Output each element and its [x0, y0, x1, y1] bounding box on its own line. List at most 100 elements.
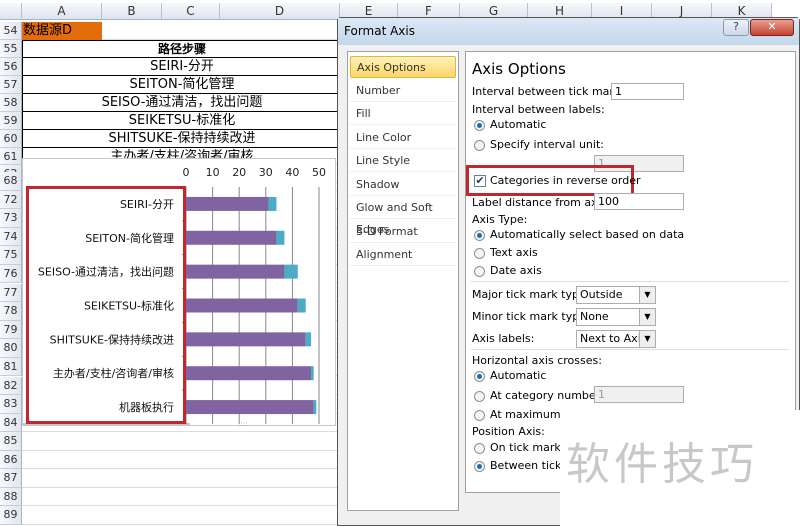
chart-area[interactable]: 0 10 20 30 40 50 SEIRI-分开 SEITON-简化管理 SEISO-通过清洁…: [22, 158, 336, 428]
x-tick-label: 30: [259, 166, 273, 179]
row-header[interactable]: 88: [0, 487, 22, 507]
header-cell[interactable]: 路径步骤: [22, 40, 342, 58]
date-axis-radio[interactable]: [474, 266, 485, 277]
cross-category-radio[interactable]: [474, 391, 485, 402]
step-cell[interactable]: SEISO-通过清洁，找出问题: [22, 94, 342, 112]
row-header[interactable]: 72: [0, 190, 22, 210]
row-header[interactable]: 73: [0, 209, 22, 228]
interval-labels-label: Interval between labels:: [472, 103, 605, 116]
row-header[interactable]: 59: [0, 112, 22, 130]
auto-select-radio[interactable]: [474, 230, 485, 241]
row-header[interactable]: 87: [0, 469, 22, 488]
automatic-interval-radio[interactable]: [474, 120, 485, 131]
row-header[interactable]: 83: [0, 395, 22, 414]
nav-item-axis-options[interactable]: Axis Options: [350, 56, 456, 78]
select-all-corner[interactable]: [0, 3, 22, 20]
interval-ticks-input[interactable]: 1: [611, 83, 684, 100]
text-axis-radio[interactable]: [474, 248, 485, 259]
column-header[interactable]: C: [162, 3, 220, 20]
grid-row: [22, 488, 342, 507]
nav-item-shadow[interactable]: Shadow: [350, 174, 456, 196]
axis-type-label: Axis Type:: [472, 213, 528, 226]
nav-item-glow-and-soft-edges[interactable]: Glow and Soft Edges: [350, 197, 456, 236]
crosses-label: Horizontal axis crosses:: [472, 354, 602, 367]
column-header[interactable]: D: [220, 3, 340, 20]
row-header[interactable]: 56: [0, 58, 22, 76]
cross-max-radio[interactable]: [474, 410, 485, 421]
bar-series-2: [311, 366, 314, 381]
nav-item-3-d-format[interactable]: 3-D Format: [350, 221, 456, 243]
bar-series-1: [186, 230, 277, 245]
cross-auto-radio[interactable]: [474, 371, 485, 382]
category-labels-highlight: [26, 186, 186, 424]
dropdown-arrow-icon[interactable]: ▼: [639, 309, 655, 325]
step-cell[interactable]: SEITON-简化管理: [22, 76, 342, 94]
row-header[interactable]: 76: [0, 264, 22, 284]
row-header[interactable]: 58: [0, 94, 22, 112]
row-header[interactable]: 79: [0, 320, 22, 340]
row-header[interactable]: 61: [0, 148, 22, 165]
between-tick-radio[interactable]: [474, 461, 485, 472]
cross-category-input[interactable]: 1: [594, 386, 684, 403]
bar-series-1: [186, 332, 306, 347]
x-tick-label: 50: [312, 166, 326, 179]
row-header[interactable]: 82: [0, 376, 22, 396]
row-header[interactable]: 60: [0, 130, 22, 148]
minor-tick-label: Minor tick mark type:: [472, 310, 590, 323]
row-header[interactable]: 86: [0, 450, 22, 470]
automatic-interval-label: Automatic: [490, 118, 547, 131]
help-button[interactable]: ?: [723, 19, 749, 36]
nav-item-alignment[interactable]: Alignment: [350, 244, 456, 266]
minor-tick-select[interactable]: None ▼: [576, 308, 656, 326]
panel-heading: Axis Options: [472, 60, 566, 78]
date-axis-label: Date axis: [490, 264, 542, 277]
cell-a54[interactable]: 数据源D: [22, 22, 102, 40]
x-tick-label: 40: [285, 166, 299, 179]
row-header[interactable]: 84: [0, 413, 22, 433]
nav-item-line-color[interactable]: Line Color: [350, 127, 456, 149]
dropdown-arrow-icon[interactable]: ▼: [639, 287, 655, 303]
on-tick-radio[interactable]: [474, 443, 485, 454]
label-distance-input[interactable]: 100: [594, 193, 684, 210]
specify-interval-radio[interactable]: [474, 140, 485, 151]
dialog-titlebar[interactable]: Format Axis ? ✕: [338, 18, 799, 45]
row-header[interactable]: 55: [0, 40, 22, 58]
step-cell[interactable]: SEIKETSU-标准化: [22, 112, 342, 130]
position-axis-label: Position Axis:: [472, 425, 545, 438]
watermark: 软件技巧: [560, 410, 800, 526]
row-header[interactable]: 81: [0, 357, 22, 377]
column-header[interactable]: A: [22, 3, 102, 20]
nav-item-number[interactable]: Number: [350, 80, 456, 102]
bar-series-1: [186, 298, 298, 313]
major-tick-select[interactable]: Outside ▼: [576, 286, 656, 304]
row-header[interactable]: 80: [0, 339, 22, 358]
bar-series-2: [284, 264, 298, 279]
nav-item-line-style[interactable]: Line Style: [350, 150, 456, 172]
grid-row: [22, 432, 342, 451]
nav-item-fill[interactable]: Fill: [350, 103, 456, 125]
row-header[interactable]: 78: [0, 302, 22, 321]
row-header[interactable]: 57: [0, 76, 22, 94]
step-cell[interactable]: SEIRI-分开: [22, 58, 342, 76]
row-header[interactable]: 54: [0, 22, 22, 40]
bar-series-1: [186, 196, 269, 211]
bar-series-2: [268, 196, 277, 211]
close-button[interactable]: ✕: [750, 19, 794, 36]
x-tick-label: 10: [206, 166, 220, 179]
row-header[interactable]: 75: [0, 246, 22, 265]
grid-row: [22, 506, 342, 525]
axis-labels-select[interactable]: Next to Axis ▼: [576, 330, 656, 348]
row-header[interactable]: 85: [0, 432, 22, 451]
resize-handle[interactable]: ::::: [238, 420, 247, 428]
dropdown-arrow-icon[interactable]: ▼: [639, 331, 655, 347]
row-header[interactable]: 74: [0, 227, 22, 247]
row-header[interactable]: 77: [0, 283, 22, 303]
reverse-order-checkbox[interactable]: ✔: [474, 175, 486, 187]
grid-row: [22, 451, 342, 470]
bar-series-2: [276, 230, 285, 245]
column-header[interactable]: B: [102, 3, 162, 20]
step-cell[interactable]: SHITSUKE-保持持续改进: [22, 130, 342, 148]
row-header[interactable]: 89: [0, 506, 22, 525]
x-tick-label: 0: [183, 166, 190, 179]
row-header[interactable]: 68: [0, 172, 22, 191]
